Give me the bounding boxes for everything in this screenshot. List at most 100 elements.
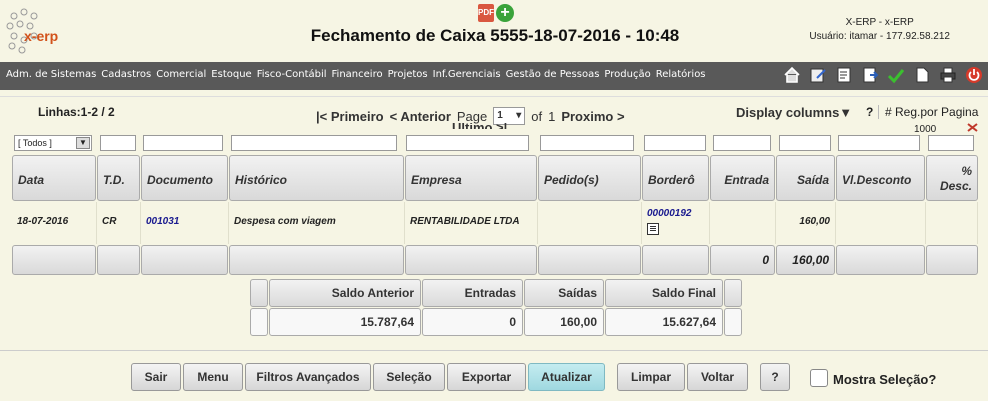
total-cell-bordero <box>642 245 709 275</box>
td-filter-value: [ Todos ] <box>18 138 52 148</box>
of-label: of <box>531 108 543 124</box>
reg-por-pagina-label: # Reg.por Pagina <box>878 105 978 119</box>
home-icon[interactable] <box>782 65 802 85</box>
x-erp-logo[interactable]: x-erp <box>4 6 64 56</box>
nav-estoque[interactable]: Estoque <box>211 69 251 80</box>
help-button[interactable]: ? <box>760 363 790 391</box>
last-page-link[interactable]: Ultimo >| <box>452 123 507 129</box>
summary-value-saidas: 160,00 <box>524 308 604 336</box>
summary-value-saldo-anterior: 15.787,64 <box>269 308 421 336</box>
col-header-data[interactable]: Data <box>12 155 96 201</box>
pagination-bar: Linhas:1-2 / 2 |< Primeiro < Anterior Pa… <box>0 96 988 130</box>
document-icon[interactable] <box>912 65 932 85</box>
summary-right-cap <box>724 279 742 307</box>
mostra-selecao-checkbox[interactable] <box>810 369 828 387</box>
nav-gestao-pessoas[interactable]: Gestão de Pessoas <box>506 69 600 80</box>
limpar-button[interactable]: Limpar <box>617 363 685 391</box>
display-columns-toggle[interactable]: Display columns▼ <box>736 105 852 120</box>
selecao-button[interactable]: Seleção <box>373 363 445 391</box>
cell-documento-link[interactable]: 001031 <box>141 202 229 244</box>
col-header-documento[interactable]: Documento <box>141 155 228 201</box>
total-cell-vl-desconto <box>836 245 925 275</box>
next-page-link[interactable]: Proximo > <box>561 109 624 124</box>
entrada-filter-input[interactable] <box>713 135 771 151</box>
page-label: Page <box>456 108 488 124</box>
col-header-td[interactable]: T.D. <box>97 155 140 201</box>
col-header-pct-desc[interactable]: % Desc. <box>926 155 978 201</box>
cell-empresa: RENTABILIDADE LTDA <box>405 202 538 244</box>
total-pages: 1 <box>548 108 556 124</box>
bordero-link[interactable]: 00000192 <box>647 208 692 219</box>
cell-entrada <box>710 202 776 244</box>
summary-left-cap <box>250 279 268 307</box>
nav-inf-gerenciais[interactable]: Inf.Gerenciais <box>433 69 501 80</box>
nav-financeiro[interactable]: Financeiro <box>332 69 383 80</box>
pager-help-button[interactable]: ? <box>866 105 873 119</box>
sair-button[interactable]: Sair <box>131 363 181 391</box>
first-page-link[interactable]: |< Primeiro <box>316 109 384 124</box>
summary-label-saldo-anterior: Saldo Anterior <box>269 279 421 307</box>
summary-value-saldo-final: 15.627,64 <box>605 308 723 336</box>
cell-saida: 160,00 <box>776 202 836 244</box>
checklist-icon[interactable] <box>834 65 854 85</box>
nav-projetos[interactable]: Projetos <box>388 69 428 80</box>
page-title: Fechamento de Caixa 5555-18-07-2016 - 10… <box>310 26 680 45</box>
print-icon[interactable] <box>938 65 958 85</box>
td-filter-input[interactable] <box>100 135 136 151</box>
cell-historico: Despesa com viagem <box>229 202 405 244</box>
total-cell-td <box>97 245 140 275</box>
user-info: X-ERP - x-ERP Usuário: itamar - 177.92.5… <box>809 16 950 44</box>
page-select-value: 1 <box>497 110 503 121</box>
filtros-avancados-button[interactable]: Filtros Avançados <box>245 363 371 391</box>
cell-vl-desconto <box>836 202 926 244</box>
voltar-button[interactable]: Voltar <box>687 363 748 391</box>
col-header-entrada[interactable]: Entrada <box>710 155 775 201</box>
mostra-selecao-label: Mostra Seleção? <box>833 372 937 387</box>
nav-adm-sistemas[interactable]: Adm. de Sistemas <box>6 69 96 80</box>
summary-left-cap-value <box>250 308 268 336</box>
reg-por-pagina-select[interactable]: 1000 <box>914 124 960 132</box>
check-icon[interactable] <box>886 65 906 85</box>
cell-data: 18-07-2016 <box>12 202 97 244</box>
pct-desc-filter-input[interactable] <box>928 135 974 151</box>
add-icon[interactable]: + <box>496 4 514 22</box>
total-cell-empresa <box>405 245 537 275</box>
col-header-historico[interactable]: Histórico <box>229 155 404 201</box>
pedidos-filter-input[interactable] <box>540 135 634 151</box>
bordero-detail-icon[interactable] <box>647 223 659 235</box>
menu-button[interactable]: Menu <box>183 363 243 391</box>
col-header-bordero[interactable]: Borderô <box>642 155 709 201</box>
exportar-button[interactable]: Exportar <box>447 363 526 391</box>
nav-cadastros[interactable]: Cadastros <box>101 69 151 80</box>
col-header-pedidos[interactable]: Pedido(s) <box>538 155 641 201</box>
vl-desconto-filter-input[interactable] <box>838 135 920 151</box>
summary-value-entradas: 0 <box>422 308 523 336</box>
bordero-filter-input[interactable] <box>644 135 706 151</box>
col-header-saida[interactable]: Saída <box>776 155 835 201</box>
historico-filter-input[interactable] <box>231 135 397 151</box>
summary-label-saidas: Saídas <box>524 279 604 307</box>
documento-filter-input[interactable] <box>143 135 223 151</box>
logo-text: x-erp <box>24 28 59 44</box>
nav-fisco-contabil[interactable]: Fisco-Contábil <box>257 69 327 80</box>
empresa-filter-input[interactable] <box>406 135 529 151</box>
total-cell-pct-desc <box>926 245 978 275</box>
pdf-icon[interactable]: PDF <box>478 4 494 22</box>
col-header-vl-desconto[interactable]: Vl.Desconto <box>836 155 925 201</box>
edit-icon[interactable] <box>808 65 828 85</box>
export-icon[interactable] <box>860 65 880 85</box>
nav-relatorios[interactable]: Relatórios <box>656 69 706 80</box>
nav-producao[interactable]: Produção <box>604 69 650 80</box>
td-filter-select[interactable]: [ Todos ] ▼ <box>14 135 92 151</box>
power-icon[interactable] <box>964 65 984 85</box>
saida-filter-input[interactable] <box>779 135 831 151</box>
nav-comercial[interactable]: Comercial <box>156 69 206 80</box>
cell-pedidos <box>538 202 642 244</box>
col-header-empresa[interactable]: Empresa <box>405 155 537 201</box>
total-saida: 160,00 <box>776 245 835 275</box>
close-filter-icon[interactable] <box>966 122 980 132</box>
total-cell-data <box>12 245 96 275</box>
total-cell-documento <box>141 245 228 275</box>
prev-page-link[interactable]: < Anterior <box>390 109 451 124</box>
atualizar-button[interactable]: Atualizar <box>528 363 605 391</box>
